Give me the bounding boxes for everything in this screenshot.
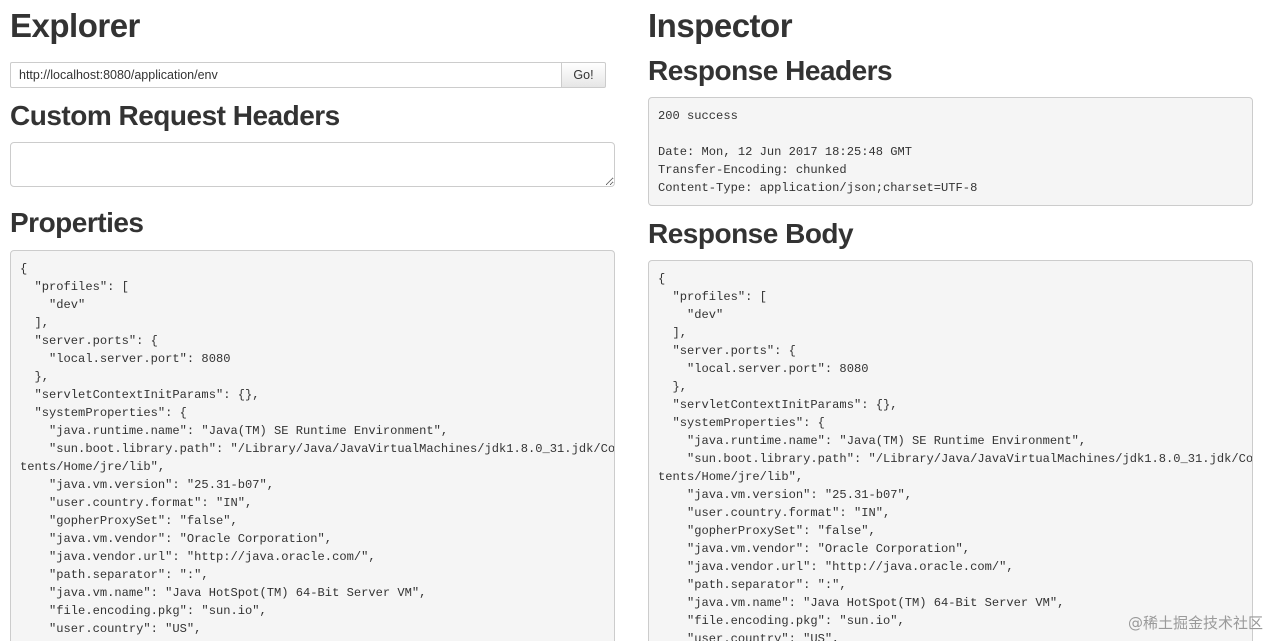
properties-line: "user.country": "US", (20, 622, 202, 636)
properties-line: tents/Home/jre/lib", (20, 460, 166, 474)
explorer-title: Explorer (10, 7, 140, 44)
go-button[interactable]: Go! (561, 62, 606, 88)
properties-line: "systemProperties": { (20, 406, 187, 420)
response-body-line: "user.country.format": "IN", (658, 506, 891, 520)
response-body-title: Response Body (648, 218, 854, 249)
response-headers-title: Response Headers (648, 55, 893, 86)
response-body-line: "local.server.port": 8080 (658, 362, 869, 376)
response-body-line: }, (658, 380, 688, 394)
response-body-line: "java.vm.vendor": "Oracle Corporation", (658, 542, 971, 556)
response-body-line: "systemProperties": { (658, 416, 825, 430)
properties-line: { (20, 262, 28, 276)
properties-line: ], (20, 316, 50, 330)
properties-line: "java.vm.version": "25.31-b07", (20, 478, 275, 492)
response-headers-content: 200 success Date: Mon, 12 Jun 2017 18:25… (658, 107, 1243, 197)
watermark: @稀土掘金技术社区 (1127, 614, 1263, 632)
response-body-content: { "profiles": [ "dev" ], "server.ports":… (658, 270, 1252, 641)
properties-line: "sun.boot.library.path": "/Library/Java/… (20, 442, 615, 456)
properties-content: { "profiles": [ "dev" ], "server.ports":… (20, 260, 614, 638)
url-bar: Go! (10, 62, 606, 88)
response-header-line: Date: Mon, 12 Jun 2017 18:25:48 GMT (658, 145, 913, 159)
response-body-line: "java.vendor.url": "http://java.oracle.c… (658, 560, 1014, 574)
properties-line: "profiles": [ (20, 280, 129, 294)
custom-headers-title: Custom Request Headers (10, 100, 340, 131)
response-body-line: "path.separator": ":", (658, 578, 847, 592)
response-body-line: "gopherProxySet": "false", (658, 524, 876, 538)
properties-line: "java.vm.name": "Java HotSpot(TM) 64-Bit… (20, 586, 427, 600)
response-body-line: "servletContextInitParams": {}, (658, 398, 898, 412)
properties-line: "servletContextInitParams": {}, (20, 388, 260, 402)
response-body-line: "profiles": [ (658, 290, 767, 304)
properties-line: "server.ports": { (20, 334, 158, 348)
properties-line: "gopherProxySet": "false", (20, 514, 238, 528)
properties-line: }, (20, 370, 50, 384)
properties-line: "dev" (20, 298, 86, 312)
response-body-line: "java.runtime.name": "Java(TM) SE Runtim… (658, 434, 1087, 448)
explorer-panel: Explorer Go! Custom Request Headers Prop… (10, 0, 615, 641)
response-body-line: "java.vm.version": "25.31-b07", (658, 488, 913, 502)
properties-line: "file.encoding.pkg": "sun.io", (20, 604, 267, 618)
properties-line: "java.runtime.name": "Java(TM) SE Runtim… (20, 424, 449, 438)
response-body-line: "user.country": "US", (658, 632, 840, 641)
response-body-line: "sun.boot.library.path": "/Library/Java/… (658, 452, 1253, 466)
response-body-line: "java.vm.name": "Java HotSpot(TM) 64-Bit… (658, 596, 1065, 610)
response-header-line: 200 success (658, 109, 738, 123)
properties-line: "user.country.format": "IN", (20, 496, 253, 510)
properties-title: Properties (10, 207, 144, 238)
response-body-line: ], (658, 326, 688, 340)
properties-line: "local.server.port": 8080 (20, 352, 231, 366)
inspector-panel: Inspector Response Headers 200 success D… (648, 0, 1253, 641)
properties-line: "java.vendor.url": "http://java.oracle.c… (20, 550, 376, 564)
hal-browser-page: Explorer Go! Custom Request Headers Prop… (0, 0, 1271, 641)
url-input[interactable] (10, 62, 562, 88)
response-body-box[interactable]: { "profiles": [ "dev" ], "server.ports":… (648, 260, 1253, 641)
response-body-line: "dev" (658, 308, 724, 322)
inspector-title: Inspector (648, 7, 793, 44)
custom-headers-textarea[interactable] (10, 142, 615, 187)
properties-box[interactable]: { "profiles": [ "dev" ], "server.ports":… (10, 250, 615, 641)
properties-line: "path.separator": ":", (20, 568, 209, 582)
response-body-line: tents/Home/jre/lib", (658, 470, 804, 484)
response-header-line: Transfer-Encoding: chunked (658, 163, 847, 177)
response-headers-box[interactable]: 200 success Date: Mon, 12 Jun 2017 18:25… (648, 97, 1253, 206)
properties-line: "java.vm.vendor": "Oracle Corporation", (20, 532, 333, 546)
response-body-line: { (658, 272, 666, 286)
response-header-line: Content-Type: application/json;charset=U… (658, 181, 978, 195)
response-body-line: "server.ports": { (658, 344, 796, 358)
response-body-line: "file.encoding.pkg": "sun.io", (658, 614, 905, 628)
